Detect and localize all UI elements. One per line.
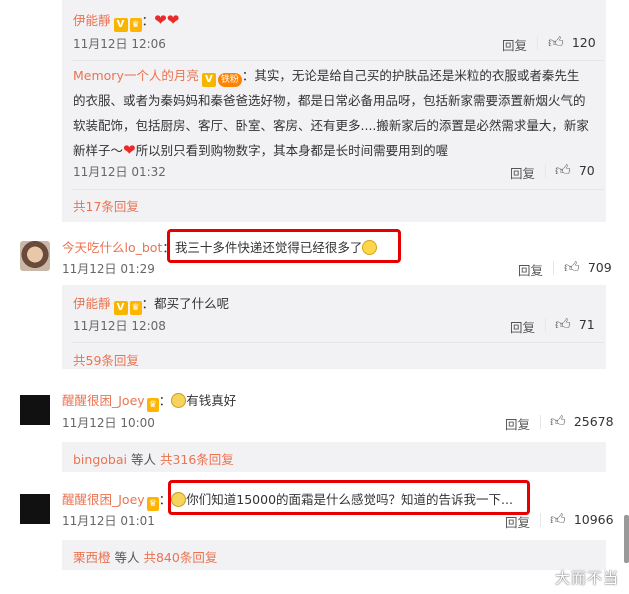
reply-button[interactable]: 回复: [510, 163, 535, 182]
divider: [540, 513, 541, 527]
divider: [537, 36, 538, 50]
reply-button[interactable]: 回复: [518, 260, 543, 279]
comment-text-line: 的衣服、或者为秦妈妈和秦爸爸选好物，都是日常必备用品呀，包括新家需要添置新烟火气…: [73, 93, 586, 108]
like-count: 709: [587, 260, 612, 275]
comment-author[interactable]: 伊能靜: [73, 296, 111, 311]
level-badge-icon: ♛: [146, 398, 159, 412]
like-button[interactable]: 👍︎ 25678: [550, 412, 614, 432]
heart-icon: ❤: [154, 11, 167, 29]
reply-mid-text: 等人: [126, 452, 160, 467]
reply-count[interactable]: 共316条回复: [160, 452, 234, 467]
comment-time: 11月12日 01:01: [62, 514, 155, 528]
reply-button[interactable]: 回复: [502, 35, 527, 54]
reply-button[interactable]: 回复: [510, 317, 535, 336]
fan-badge: 铁粉: [217, 73, 242, 87]
thumb-up-icon: 👍︎: [564, 258, 580, 276]
reply-user[interactable]: 栗西橙: [73, 550, 111, 565]
comment-time: 11月12日 12:08: [73, 319, 166, 333]
avatar[interactable]: [20, 395, 50, 425]
comment-author[interactable]: 伊能靜: [73, 13, 111, 28]
view-more-replies[interactable]: 栗西橙 等人 共840条回复: [73, 547, 217, 566]
avatar[interactable]: [20, 241, 50, 271]
level-badge-icon: ♛: [146, 497, 159, 511]
comment-text: ：: [158, 393, 172, 408]
comment-time: 11月12日 01:32: [73, 165, 166, 179]
comment-text-line: 软装配饰，包括厨房、客厅、卧室、客房、还有更多....搬新家后的添置是必然需求量…: [73, 118, 589, 133]
like-button[interactable]: 👍︎ 70: [555, 161, 605, 181]
comment-1: 伊能靜 V ♛ ：❤❤: [73, 8, 180, 32]
reply-count[interactable]: 共840条回复: [143, 550, 217, 565]
reply-user[interactable]: bingobai: [73, 452, 127, 467]
like-count: 120: [571, 35, 596, 50]
verified-icon: V: [113, 18, 128, 32]
thumb-up-icon: 👍︎: [548, 33, 564, 51]
like-count: 10966: [573, 512, 614, 527]
cat-emoji-icon: [171, 393, 187, 408]
thumb-up-icon: 👍︎: [555, 161, 571, 179]
comment-author[interactable]: 醒醒很困_Joey: [62, 492, 145, 507]
reply-button[interactable]: 回复: [505, 512, 530, 531]
comment-text: ：都买了什么呢: [141, 296, 230, 311]
comment-text-line: 新样子～: [73, 143, 124, 158]
comment-time: 11月12日 12:06: [73, 37, 166, 51]
heart-icon: ❤: [166, 11, 180, 29]
divider: [72, 189, 604, 190]
comment-4: 伊能靜 V ♛ ：都买了什么呢: [73, 291, 229, 316]
reply-mid-text: 等人: [110, 550, 144, 565]
thumb-up-icon: 👍︎: [550, 412, 566, 430]
level-badge-icon: ♛: [129, 301, 142, 315]
like-button[interactable]: 👍︎ 120: [548, 33, 608, 53]
verified-icon: V: [201, 73, 216, 87]
highlight-box: [168, 480, 530, 515]
like-count: 25678: [573, 414, 614, 429]
thumb-up-icon: 👍︎: [555, 315, 571, 333]
scrollbar[interactable]: [624, 515, 629, 563]
like-button[interactable]: 👍︎ 709: [564, 258, 614, 278]
like-button[interactable]: 👍︎ 10966: [550, 510, 614, 530]
view-more-replies[interactable]: 共17条回复: [73, 196, 139, 215]
comment-6: 醒醒很困_Joey ♛： 有钱真好: [62, 388, 236, 413]
divider: [553, 261, 554, 275]
like-button[interactable]: 👍︎ 71: [555, 315, 605, 335]
comment-time: 11月12日 10:00: [62, 416, 155, 430]
verified-icon: V: [113, 301, 128, 315]
divider: [72, 342, 604, 343]
comment-text-line: 所以别只看到购物数字，其本身都是长时间需要用到的喔: [135, 143, 449, 158]
view-more-replies[interactable]: 共59条回复: [73, 350, 139, 369]
watermark: 大而不当: [554, 569, 619, 587]
comment-time: 11月12日 01:29: [62, 262, 155, 276]
heart-icon: ❤: [123, 141, 136, 159]
comment-author[interactable]: 今天吃什么lo_bot: [62, 240, 162, 255]
comment-2: Memory一个人的月亮 V 铁粉 ：其实，无论是给自己买的护肤品还是米粒的衣服或者秦…: [73, 63, 603, 163]
comment-author[interactable]: Memory一个人的月亮: [73, 68, 199, 83]
comment-text: ：: [141, 13, 155, 28]
avatar[interactable]: [20, 494, 50, 524]
divider: [545, 164, 546, 178]
highlight-box: [167, 229, 401, 263]
view-more-replies[interactable]: bingobai 等人 共316条回复: [73, 449, 234, 468]
thumb-up-icon: 👍︎: [550, 510, 566, 528]
like-count: 70: [578, 163, 595, 178]
like-count: 71: [578, 317, 595, 332]
divider: [545, 318, 546, 332]
divider: [72, 60, 604, 61]
reply-button[interactable]: 回复: [505, 414, 530, 433]
comment-text: 有钱真好: [186, 393, 237, 408]
comment-author[interactable]: 醒醒很困_Joey: [62, 393, 145, 408]
level-badge-icon: ♛: [129, 18, 142, 32]
divider: [540, 415, 541, 429]
comment-text-line: ：其实，无论是给自己买的护肤品还是米粒的衣服或者秦先生: [241, 68, 580, 83]
